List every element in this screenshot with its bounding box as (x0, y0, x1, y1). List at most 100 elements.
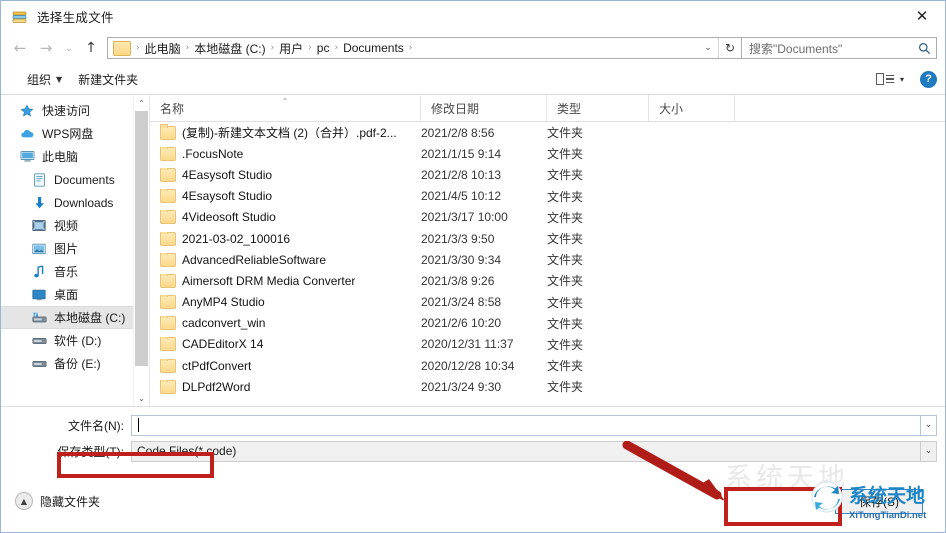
close-icon[interactable]: ✕ (899, 1, 945, 31)
help-icon[interactable]: ? (920, 70, 937, 88)
table-row[interactable]: AnyMP4 Studio 2021/3/24 8:58 文件夹 (150, 292, 945, 313)
sidebar-item-this-pc[interactable]: 此电脑 (1, 145, 149, 168)
column-header-type[interactable]: 类型 (547, 95, 649, 121)
sidebar-item-documents[interactable]: Documents (1, 168, 149, 191)
file-name-cell: ctPdfConvert (150, 358, 421, 373)
music-note-icon (31, 264, 47, 280)
breadcrumb-item-4[interactable]: Documents (340, 41, 407, 55)
filename-input[interactable] (131, 414, 920, 436)
chevron-down-icon: ▼ (56, 74, 63, 84)
file-list[interactable]: (复制)-新建文本文档 (2)（合并）.pdf-2... 2021/2/8 8:5… (150, 122, 945, 406)
address-bar[interactable]: › 此电脑 › 本地磁盘 (C:) › 用户 › pc › Documents … (107, 37, 742, 59)
breadcrumb-item-0[interactable]: 此电脑 (142, 40, 184, 57)
sidebar-item-quick-access[interactable]: 快速访问 (1, 99, 149, 122)
search-input[interactable]: 搜索"Documents" (742, 40, 912, 57)
breadcrumb-separator: › (136, 43, 140, 53)
download-arrow-icon (31, 195, 47, 211)
sidebar-item-pictures[interactable]: 图片 (1, 237, 149, 260)
breadcrumb-item-3[interactable]: pc (314, 41, 333, 55)
table-row[interactable]: Aimersoft DRM Media Converter 2021/3/8 9:… (150, 270, 945, 291)
scroll-down-icon[interactable]: ⌄ (134, 390, 149, 406)
sidebar-item-music[interactable]: 音乐 (1, 260, 149, 283)
search-icon (912, 42, 936, 55)
table-row[interactable]: cadconvert_win 2021/2/6 10:20 文件夹 (150, 313, 945, 334)
table-row[interactable]: .FocusNote 2021/1/15 9:14 文件夹 (150, 143, 945, 164)
column-header-size[interactable]: 大小 (649, 95, 735, 121)
file-date-cell: 2020/12/31 11:37 (421, 337, 514, 352)
folder-icon (160, 124, 176, 140)
up-button[interactable]: ↑ (79, 35, 103, 61)
table-row[interactable]: CADEditorX 14 2020/12/31 11:37 文件夹 (150, 334, 945, 355)
folder-icon (160, 295, 176, 310)
view-options-chevron-icon[interactable]: ▾ (900, 75, 904, 84)
file-type-cell: 文件夹 (547, 232, 584, 247)
table-row[interactable]: 2021-03-02_100016 2021/3/3 9:50 文件夹 (150, 228, 945, 249)
file-name-label: 2021-03-02_100016 (182, 231, 291, 246)
sidebar-item-label: 图片 (54, 242, 79, 256)
sidebar-scroll-thumb[interactable] (135, 111, 148, 366)
table-row[interactable]: AdvancedReliableSoftware 2021/3/30 9:34 文件… (150, 249, 945, 270)
recent-locations-button[interactable]: ⌄ (59, 35, 79, 61)
file-type-cell: 文件夹 (547, 316, 584, 331)
search-box[interactable]: 搜索"Documents" (742, 37, 937, 59)
file-name-label: 4Videosoft Studio (182, 210, 276, 225)
file-type-cell: 文件夹 (547, 380, 584, 395)
new-folder-button[interactable]: 新建文件夹 (70, 68, 146, 91)
sidebar-item-label: 软件 (D:) (54, 334, 102, 348)
column-headers: ⌃ 名称 修改日期 类型 大小 (150, 95, 945, 122)
sidebar-item-desktop[interactable]: 桌面 (1, 283, 149, 306)
sidebar-item-label: WPS网盘 (42, 127, 94, 141)
refresh-icon[interactable]: ↻ (718, 38, 741, 58)
file-name-cell: 2021-03-02_100016 (150, 231, 421, 246)
table-row[interactable]: 4Videosoft Studio 2021/3/17 10:00 文件夹 (150, 207, 945, 228)
footer-buttons: 保存(S) (835, 488, 923, 514)
table-row[interactable]: 4Esaysoft Studio 2021/4/5 10:12 文件夹 (150, 186, 945, 207)
breadcrumb-separator: › (308, 43, 312, 53)
column-header-name[interactable]: ⌃ 名称 (150, 95, 421, 121)
filename-label: 文件名(N): (68, 418, 124, 433)
filetype-row: 保存类型(T): Code Files(*.code) ⌄ (1, 440, 945, 462)
file-type-cell: 文件夹 (547, 147, 584, 162)
filetype-select[interactable]: Code Files(*.code) (131, 440, 920, 462)
file-name-cell: (复制)-新建文本文档 (2)（合并）.pdf-2... (150, 124, 421, 141)
table-row[interactable]: (复制)-新建文本文档 (2)（合并）.pdf-2... 2021/2/8 8:5… (150, 122, 945, 143)
sidebar-scrollbar[interactable]: ⌃ ⌄ (133, 95, 149, 406)
column-header-date[interactable]: 修改日期 (421, 95, 547, 121)
filetype-dropdown-icon[interactable]: ⌄ (920, 440, 937, 462)
forward-button[interactable]: → (33, 35, 59, 61)
sidebar-item-backup-e[interactable]: 备份 (E:) (1, 352, 149, 375)
file-date-cell: 2021/2/8 10:13 (421, 167, 502, 182)
chevron-down-icon[interactable]: ⌄ (698, 38, 718, 58)
sidebar-item-local-disk-c[interactable]: 本地磁盘 (C:) (1, 306, 149, 329)
scroll-up-icon[interactable]: ⌃ (134, 95, 149, 111)
file-date-cell: 2021/3/8 9:26 (421, 273, 495, 288)
table-row[interactable]: ctPdfConvert 2020/12/28 10:34 文件夹 (150, 355, 945, 376)
sidebar-item-downloads[interactable]: Downloads (1, 191, 149, 214)
sidebar-item-software-d[interactable]: 软件 (D:) (1, 329, 149, 352)
organize-button[interactable]: 组织 ▼ (19, 68, 70, 91)
filename-dropdown-icon[interactable]: ⌄ (920, 414, 937, 436)
table-row[interactable]: 4Easysoft Studio 2021/2/8 10:13 文件夹 (150, 164, 945, 185)
folder-icon (160, 273, 176, 288)
hide-folders-toggle[interactable]: ▲ 隐藏文件夹 (15, 492, 100, 510)
save-button[interactable]: 保存(S) (835, 488, 923, 514)
breadcrumb-item-2[interactable]: 用户 (276, 40, 306, 57)
file-date-cell: 2021/3/30 9:34 (421, 252, 502, 267)
computer-icon (19, 149, 35, 165)
sidebar-item-label: 本地磁盘 (C:) (54, 311, 126, 325)
table-row[interactable]: DLPdf2Word 2021/3/24 9:30 文件夹 (150, 376, 945, 397)
video-icon (31, 218, 47, 234)
file-name-label: DLPdf2Word (182, 379, 251, 394)
breadcrumb-item-1[interactable]: 本地磁盘 (C:) (191, 40, 268, 57)
list-view-icon[interactable] (875, 71, 896, 87)
sidebar-scroll-track[interactable] (134, 111, 149, 390)
dialog-footer: ▲ 隐藏文件夹 保存(S) (1, 470, 945, 532)
file-name-cell: Aimersoft DRM Media Converter (150, 273, 421, 288)
folder-icon (160, 189, 176, 204)
folder-stack-icon (11, 8, 29, 26)
back-button[interactable]: ← (7, 35, 33, 61)
file-type-cell: 文件夹 (547, 337, 584, 352)
sidebar-item-wps-cloud[interactable]: WPS网盘 (1, 122, 149, 145)
sidebar-item-videos[interactable]: 视频 (1, 214, 149, 237)
sidebar-item-label: 音乐 (54, 265, 79, 279)
